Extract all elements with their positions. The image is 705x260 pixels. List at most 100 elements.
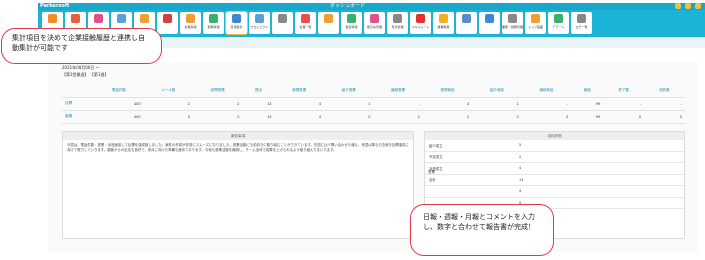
table-cell: 4: [274, 97, 324, 111]
nav-item[interactable]: 社員情報: [180, 12, 201, 34]
nav-icon: [462, 14, 471, 23]
table-cell: 400: [94, 110, 144, 124]
nav-icon: [301, 14, 310, 23]
notes-title: 報告事項: [63, 132, 413, 140]
nav-label: 業務・勤務管理: [502, 25, 523, 29]
nav-icon: [577, 14, 586, 23]
table-cell: 400: [94, 97, 144, 111]
user-icon[interactable]: [695, 3, 701, 9]
nav-item[interactable]: [318, 12, 339, 34]
stats-table: 電話件数 メール数 訪問営業 提出 新規営業 紹介営業 継続営業 新規商談 紹介商談 継続商談 面接…: [62, 84, 685, 124]
nav-item[interactable]: スキルシート: [410, 12, 431, 34]
summary-title: 成約詳細: [425, 132, 684, 140]
table-cell: 99: [571, 97, 604, 111]
nav-icon: [324, 14, 333, 23]
nav-item[interactable]: [479, 12, 500, 34]
nav-item[interactable]: ログ一覧: [571, 12, 592, 34]
nav-item[interactable]: プロジェクト: [249, 12, 270, 34]
table-cell: 2: [373, 110, 423, 124]
table-cell: -: [603, 97, 645, 111]
settings-icon[interactable]: [685, 3, 691, 9]
summary-category: 営業: [428, 170, 435, 174]
nav-item[interactable]: 勤務情報: [203, 12, 224, 34]
summary-key: 合計: [429, 178, 436, 183]
table-row: 目標 400 2 2 14 4 1-4 1-99- -: [62, 97, 685, 111]
nav-item[interactable]: 業務・勤務管理: [502, 12, 523, 34]
column-header: 提出: [242, 84, 275, 98]
column-header: [62, 84, 95, 98]
table-cell: 0: [143, 110, 193, 124]
nav-icon: [439, 14, 448, 23]
nav-label: プロジェクト: [250, 25, 269, 29]
nav-icon: [485, 14, 494, 23]
nav-icon: [48, 14, 57, 23]
nav-label: 社員一覧: [299, 25, 312, 29]
page-title: ダッシュボード: [330, 3, 366, 9]
nav-item[interactable]: 取引先管理: [364, 12, 385, 34]
nav-icon: [416, 14, 425, 23]
table-cell: 2: [422, 110, 473, 124]
column-header: 新規営業: [274, 84, 324, 98]
nav-icon: [140, 14, 149, 23]
column-header: 新規商談: [422, 84, 473, 98]
nav-label: 経費精算: [437, 25, 450, 29]
callout-report: 日報・週報・月報とコメントを入力し、数字と合わせて報告書が完成！: [410, 204, 554, 256]
column-header: 電話件数: [94, 84, 144, 98]
nav-label: 日報集計: [230, 25, 243, 29]
summary-row: 紹介成立 5: [425, 140, 684, 152]
table-cell: 1: [472, 97, 522, 111]
nav-item[interactable]: トップ画面: [525, 12, 546, 34]
table-cell: 0: [324, 110, 374, 124]
nav-icon: [117, 14, 126, 23]
summary-row: 合計 13: [425, 175, 684, 186]
nav-label: 勤務情報: [207, 25, 220, 29]
table-cell: 2: [143, 97, 193, 111]
nav-item[interactable]: アラート: [548, 12, 569, 34]
table-cell: 0: [603, 110, 645, 124]
nav-icon: [554, 14, 563, 23]
nav-label: 社員情報: [184, 25, 197, 29]
table-cell: 4: [422, 97, 473, 111]
table-cell: 4: [274, 110, 324, 124]
nav-icon: [163, 14, 172, 23]
nav-item[interactable]: [456, 12, 477, 34]
nav-icon: [71, 14, 80, 23]
callout-auto-aggregate: 集計項目を決めて企業接触履歴と連携し自動集計が可能です: [1, 28, 162, 64]
nav-item[interactable]: [157, 12, 178, 34]
summary-value: 5: [519, 143, 522, 148]
nav-icon: [347, 14, 356, 23]
column-header: 成約数: [644, 84, 685, 98]
summary-value: 4: [519, 189, 522, 194]
nav-item[interactable]: 月次管理: [387, 12, 408, 34]
report-period: 2021年08月06日 〜: [62, 65, 100, 70]
app-logo[interactable]: Parkersoft: [40, 3, 80, 10]
nav-label: ログ一覧: [575, 25, 588, 29]
nav-item[interactable]: 社員一覧: [295, 12, 316, 34]
column-header: 継続営業: [373, 84, 423, 98]
summary-row: 予定成立 2: [425, 152, 684, 163]
nav-label: 取引先管理: [366, 25, 382, 29]
column-header: 終了数: [603, 84, 645, 98]
column-header: 訪問営業: [193, 84, 243, 98]
summary-key: 派遣成立: [429, 166, 443, 171]
table-cell: 0: [644, 110, 685, 124]
summary-value: 2: [519, 154, 522, 159]
column-header: 面接: [571, 84, 604, 98]
nav-label: スキルシート: [411, 25, 430, 29]
column-header: 紹介商談: [472, 84, 522, 98]
nav-icon: [393, 14, 402, 23]
nav-item[interactable]: 経費精算: [433, 12, 454, 34]
table-cell: 1: [324, 97, 374, 111]
nav-item[interactable]: 日報集計: [225, 11, 248, 35]
nav-item[interactable]: [272, 12, 293, 34]
summary-row: 派遣成立 4: [425, 163, 684, 175]
top-icons: [675, 3, 701, 9]
summary-row: 4: [425, 186, 684, 198]
table-cell: 2: [193, 97, 243, 111]
nav-item[interactable]: 自社情報: [341, 12, 362, 34]
nav-label: トップ画面: [527, 25, 543, 29]
column-header: メール数: [143, 84, 193, 98]
nav-icon: [508, 14, 517, 23]
top-bar: [38, 3, 705, 10]
notification-icon[interactable]: [675, 3, 681, 9]
